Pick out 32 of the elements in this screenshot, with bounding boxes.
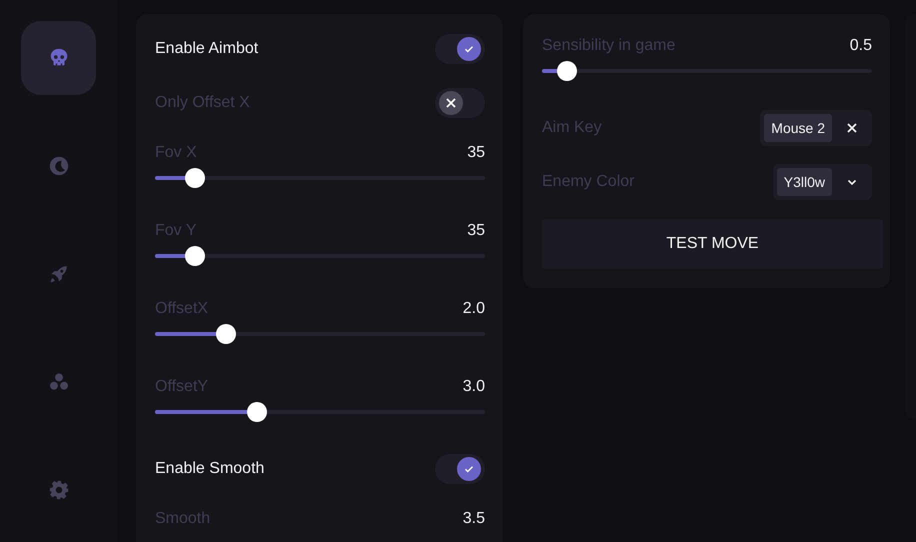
slider-thumb[interactable] [556,61,577,81]
slider-thumb[interactable] [184,168,205,188]
value-chip: Mouse 2 [764,114,832,142]
toggle-switch[interactable] [435,454,485,484]
moon-icon [48,155,70,177]
setting-label: Enable Aimbot [155,39,258,59]
slider-value: 35 [467,221,485,241]
rocket-icon [48,263,70,285]
slider[interactable] [155,402,485,422]
gear-icon [48,479,70,501]
close-icon [846,122,858,134]
setting-label: Enable Smooth [155,459,264,479]
color-select[interactable]: Y3ll0w [772,164,872,200]
slider-value: 3.5 [462,509,485,529]
value-chip: Y3ll0w [776,168,832,196]
toggle-switch[interactable] [435,88,485,118]
slider[interactable] [155,168,485,188]
slider[interactable] [542,61,872,81]
slider-value: 35 [467,143,485,163]
close-icon [445,97,457,109]
toggle-switch[interactable] [435,34,485,64]
slider-value: 3.0 [462,377,485,397]
slider-thumb[interactable] [216,324,236,344]
slider[interactable] [155,246,485,266]
slider[interactable] [155,324,485,344]
slider-thumb[interactable] [184,246,205,266]
key-binding-field[interactable]: Mouse 2 [760,110,872,146]
sidebar-item[interactable] [21,21,96,95]
slider-value: 2.0 [462,299,485,319]
slider-thumb[interactable] [247,402,268,422]
slider-value: 0.5 [850,36,872,56]
test-move-button[interactable]: TEST MOVE [542,219,883,269]
